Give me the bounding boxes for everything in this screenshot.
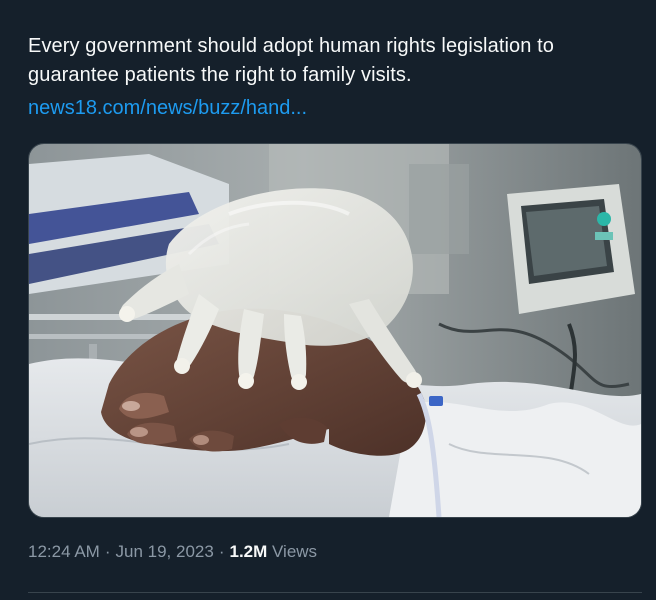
tweet-time[interactable]: 12:24 AM [28,542,100,561]
views-label: Views [272,542,318,561]
tweet-text: Every government should adopt human righ… [28,35,555,86]
photo-glove-hand-hospital [29,144,641,517]
tweet-link[interactable]: news18.com/news/buzz/hand... [28,94,307,123]
divider [28,592,642,593]
views-count[interactable]: 1.2M [229,542,267,561]
meta-separator: · [104,542,111,561]
tweet-date[interactable]: Jun 19, 2023 [116,542,214,561]
tweet-meta: 12:24 AM · Jun 19, 2023 · 1.2M Views [28,540,317,564]
tweet-photo[interactable] [28,143,642,518]
tweet: Every government should adopt human righ… [0,0,656,600]
meta-separator: · [218,542,225,561]
